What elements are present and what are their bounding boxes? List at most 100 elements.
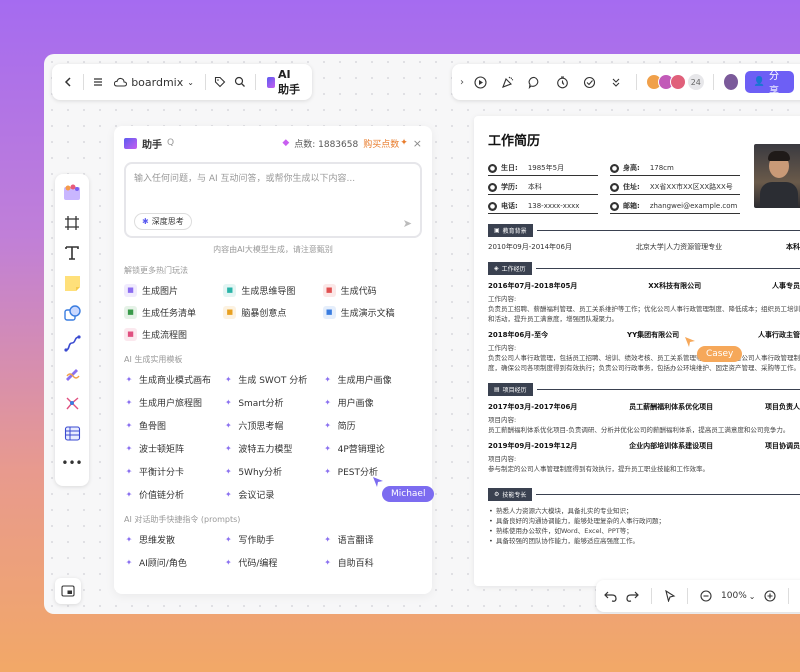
- hot-item-label: 脑暴创意点: [241, 308, 287, 319]
- search-icon[interactable]: Q: [167, 138, 174, 148]
- share-button[interactable]: 👤 分享: [744, 71, 794, 97]
- shape-icon[interactable]: [59, 300, 85, 326]
- hot-item[interactable]: ■ 生成任务清单: [124, 304, 223, 320]
- feature-icon: ■: [124, 283, 137, 297]
- search-icon[interactable]: [232, 70, 248, 94]
- prompt-item[interactable]: ✦ AI顾问/角色: [124, 554, 223, 570]
- template-item-label: 波士顿矩阵: [139, 444, 185, 455]
- info-key: 生日:: [501, 164, 518, 172]
- vote-icon[interactable]: [579, 70, 600, 94]
- template-item[interactable]: ✦ 4P营销理论: [323, 440, 422, 456]
- more-tools-icon[interactable]: •••: [59, 450, 85, 476]
- zoom-out-icon[interactable]: [699, 584, 713, 608]
- resume-document[interactable]: 工作简历 ● 生日: 1985年5月 ● 身高: 178cm ● 学历: 本科 ● 住址: XX省XX…: [474, 116, 800, 586]
- tag-icon[interactable]: [213, 70, 229, 94]
- prompt-item[interactable]: ✦ 自助百科: [323, 554, 422, 570]
- ai-panel-title: 助手 Q: [124, 136, 174, 151]
- info-value: 178cm: [649, 164, 674, 172]
- template-item[interactable]: ✦ 会议记录: [223, 486, 322, 502]
- sparkle-icon: ✦: [324, 557, 331, 567]
- canvas[interactable]: boardmix ⌄ AI助手 › 24 👤 分享 ••• 助手 Q ◆ 点数:…: [44, 54, 800, 614]
- text-icon[interactable]: [59, 240, 85, 266]
- info-value: 本科: [527, 183, 542, 191]
- menu-icon[interactable]: [90, 70, 106, 94]
- hot-item[interactable]: ■ 生成代码: [322, 282, 422, 298]
- divider: [712, 74, 714, 90]
- connector-icon[interactable]: [59, 330, 85, 356]
- template-item[interactable]: ✦ Smart分析: [223, 394, 322, 410]
- template-item-label: 价值链分析: [139, 490, 185, 501]
- collaborators[interactable]: 24: [645, 74, 704, 90]
- zoom-in-icon[interactable]: [763, 584, 777, 608]
- ai-assistant-button[interactable]: AI助手: [263, 68, 304, 97]
- info-icon: ●: [488, 182, 497, 192]
- prompt-item-label: 语言翻译: [337, 535, 374, 546]
- prompt-item[interactable]: ✦ 思维发散: [124, 531, 223, 547]
- sticky-note-icon[interactable]: [59, 270, 85, 296]
- template-item[interactable]: ✦ 波特五力模型: [223, 440, 322, 456]
- project-entry-header: 2017年03月-2017年06月 员工薪酬福利体系优化项目 项目负责人: [488, 402, 800, 412]
- template-item[interactable]: ✦ 用户画像: [323, 394, 422, 410]
- deep-think-toggle[interactable]: ✱ 深度思考: [134, 213, 192, 230]
- cloud-icon: [114, 77, 128, 87]
- frame-icon[interactable]: [59, 210, 85, 236]
- mindmap-icon[interactable]: [59, 390, 85, 416]
- back-icon[interactable]: [60, 70, 76, 94]
- select-pointer-icon[interactable]: [663, 584, 677, 608]
- timer-icon[interactable]: [551, 70, 572, 94]
- work-entry-description: 负责公司人事行政管理，包括员工招聘、培训、绩效考核、员工关系管理等；制定和完善公…: [488, 354, 800, 372]
- more-down-icon[interactable]: [606, 70, 627, 94]
- template-item-label: 波特五力模型: [238, 444, 293, 455]
- play-icon[interactable]: [470, 70, 491, 94]
- sparkle-icon: ✦: [224, 466, 232, 476]
- template-item[interactable]: ✦ 简历: [323, 417, 422, 433]
- points-area: ◆ 点数: 1883658 购买点数 ✦ ×: [282, 137, 422, 150]
- info-row: ● 学历: 本科: [488, 180, 598, 195]
- chevron-down-icon[interactable]: ⌄: [749, 592, 756, 601]
- prompt-item[interactable]: ✦ 语言翻译: [323, 531, 422, 547]
- buy-points-link[interactable]: 购买点数: [363, 137, 399, 150]
- brand-switcher[interactable]: boardmix ⌄: [110, 76, 198, 89]
- template-item[interactable]: ✦ 生成用户旅程图: [124, 394, 223, 410]
- template-item[interactable]: ✦ 生成商业模式画布: [124, 371, 223, 387]
- prompt-item[interactable]: ✦ 代码/编程: [223, 554, 322, 570]
- template-item[interactable]: ✦ 生成用户画像: [323, 371, 422, 387]
- redo-icon[interactable]: [626, 584, 640, 608]
- pen-icon[interactable]: [59, 360, 85, 386]
- prompt-item[interactable]: ✦ 写作助手: [223, 531, 322, 547]
- hot-items-grid: ■ 生成图片 ■ 生成思维导图 ■ 生成代码 ■ 生成任务清单 ■ 脑暴创意点 ■ 生成演示文稿 ■ 生成…: [124, 282, 422, 342]
- template-item[interactable]: ✦ 六顶思考帽: [223, 417, 322, 433]
- skill-item: 具备良好的沟通协调能力，能够处理复杂的人事行政问题；: [488, 516, 800, 526]
- sparkle-icon: ✦: [125, 534, 133, 544]
- hot-item[interactable]: ■ 生成图片: [124, 282, 223, 298]
- undo-icon[interactable]: [604, 584, 618, 608]
- template-item[interactable]: ✦ 5Why分析: [223, 463, 322, 479]
- zoom-level[interactable]: 100%: [721, 591, 747, 601]
- hot-item[interactable]: ■ 生成流程图: [124, 326, 223, 342]
- template-item[interactable]: ✦ 鱼骨图: [124, 417, 223, 433]
- send-icon[interactable]: ➤: [403, 217, 412, 230]
- minimap-icon[interactable]: [55, 578, 81, 604]
- close-icon[interactable]: ×: [413, 137, 422, 150]
- template-item[interactable]: ✦ 价值链分析: [124, 486, 223, 502]
- hot-item[interactable]: ■ 生成思维导图: [223, 282, 322, 298]
- hot-item[interactable]: ■ 脑暴创意点: [223, 304, 322, 320]
- prompt-item-label: AI顾问/角色: [139, 558, 187, 569]
- sparkle-icon: ✦: [324, 374, 331, 384]
- ai-logo-icon: [266, 76, 276, 88]
- user-avatar[interactable]: [722, 73, 739, 91]
- template-item[interactable]: ✦ 波士顿矩阵: [124, 440, 223, 456]
- hot-item[interactable]: ■ 生成演示文稿: [322, 304, 422, 320]
- template-item[interactable]: ✦ 平衡计分卡: [124, 463, 223, 479]
- celebrate-icon[interactable]: [497, 70, 518, 94]
- project-entry: 2019年09月-2019年12月 企业内部培训体系建设项目 项目协调员 项目内容: 参…: [488, 441, 800, 474]
- template-icon[interactable]: [59, 180, 85, 206]
- work-entry-heading: 工作内容:: [488, 295, 517, 303]
- comment-icon[interactable]: [524, 70, 545, 94]
- expand-icon[interactable]: ›: [460, 77, 464, 88]
- ai-assistant-label: AI助手: [278, 67, 301, 96]
- table-icon[interactable]: [59, 420, 85, 446]
- prompt-input[interactable]: 输入任何问题，与 AI 互动问答，或帮你生成以下内容... ✱ 深度思考 ➤: [124, 162, 422, 238]
- template-item[interactable]: ✦ 生成 SWOT 分析: [223, 371, 322, 387]
- work-entry-header: 2018年06月-至今 YY集团有限公司 人事行政主管: [488, 330, 800, 340]
